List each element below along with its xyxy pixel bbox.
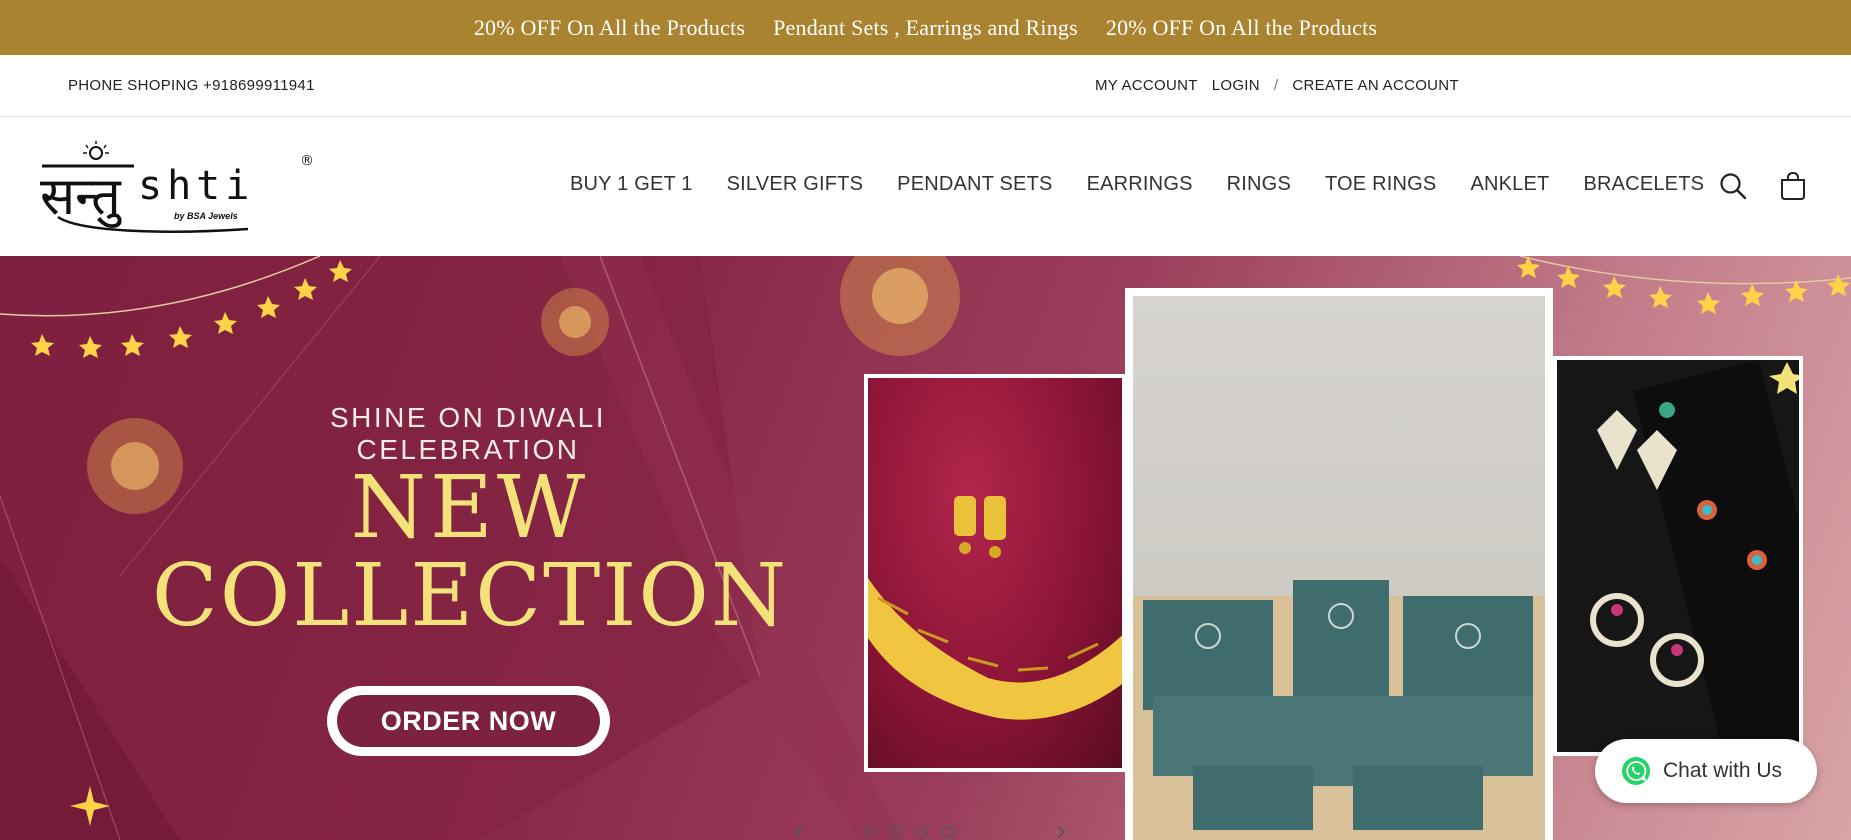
logo-devanagari: सन्तु: [40, 167, 122, 228]
nav-item-bracelets[interactable]: BRACELETS: [1583, 173, 1704, 196]
create-account-link[interactable]: CREATE AN ACCOUNT: [1292, 77, 1459, 94]
nav-item-earrings[interactable]: EARRINGS: [1087, 173, 1193, 196]
phone-number: PHONE SHOPING +918699911941: [68, 77, 315, 94]
slider-dot[interactable]: [890, 826, 902, 838]
chat-label: Chat with Us: [1663, 759, 1783, 782]
account-links: MY ACCOUNT LOGIN / CREATE AN ACCOUNT: [1095, 77, 1459, 94]
slider-dots: [794, 825, 1066, 839]
product-photo-gold-necklace: [864, 374, 1126, 772]
gold-necklace-image: [868, 496, 1122, 720]
product-photo-earrings: [1553, 356, 1803, 756]
utility-bar: PHONE SHOPING +918699911941 MY ACCOUNT L…: [0, 55, 1851, 117]
hero-banner[interactable]: SHINE ON DIWALI CELEBRATION NEW COLLECTI…: [0, 256, 1851, 840]
announcement-item[interactable]: 20% OFF On All the Products: [1106, 15, 1377, 41]
hero-tagline: SHINE ON DIWALI CELEBRATION: [329, 402, 607, 465]
my-account-label[interactable]: MY ACCOUNT: [1095, 77, 1198, 94]
earrings-image: [1590, 360, 1799, 752]
star-lights-right: [1517, 256, 1850, 314]
announcement-item[interactable]: 20% OFF On All the Products: [474, 15, 745, 41]
nav-item-anklet[interactable]: ANKLET: [1470, 173, 1549, 196]
sun-ornament-icon: [83, 141, 109, 160]
hero-headline-line2: COLLECTION: [151, 546, 789, 646]
cart-icon[interactable]: [1778, 171, 1808, 201]
logo-latin: shti: [138, 163, 254, 209]
order-now-label: ORDER NOW: [337, 695, 600, 747]
slider-dot[interactable]: [916, 826, 928, 838]
site-header: सन्तु shti ® by BSA Jewels BUY 1 GET 1 S…: [0, 117, 1851, 256]
account-separator: /: [1273, 77, 1279, 94]
nav-item-rings[interactable]: RINGS: [1227, 173, 1291, 196]
logo-registered: ®: [300, 153, 314, 169]
order-now-button[interactable]: ORDER NOW: [327, 686, 610, 756]
product-photo-gift-boxes: [1125, 288, 1553, 840]
brand-logo[interactable]: सन्तु shti ® by BSA Jewels: [38, 139, 323, 239]
nav-item-buy-1-get-1[interactable]: BUY 1 GET 1: [570, 173, 693, 196]
nav-item-pendant-sets[interactable]: PENDANT SETS: [897, 173, 1052, 196]
gift-boxes-image: [1133, 580, 1545, 840]
chat-with-us-button[interactable]: Chat with Us: [1595, 739, 1817, 803]
nav-item-toe-rings[interactable]: TOE RINGS: [1325, 173, 1436, 196]
nav-item-silver-gifts[interactable]: SILVER GIFTS: [727, 173, 864, 196]
slider-next-icon[interactable]: [1057, 825, 1066, 839]
slider-dot[interactable]: [864, 826, 876, 838]
slider-dot[interactable]: [942, 826, 954, 838]
whatsapp-icon: [1622, 757, 1650, 785]
logo-tagline: by BSA Jewels: [174, 211, 238, 221]
announcement-bar: 20% OFF On All the Products Pendant Sets…: [0, 0, 1851, 55]
search-icon[interactable]: [1718, 171, 1748, 201]
announcement-item[interactable]: Pendant Sets , Earrings and Rings: [773, 15, 1078, 41]
login-link[interactable]: LOGIN: [1212, 77, 1260, 94]
hero-headline-line1: NEW: [350, 458, 590, 558]
main-nav: BUY 1 GET 1 SILVER GIFTS PENDANT SETS EA…: [570, 173, 1704, 196]
slider-prev-icon[interactable]: [794, 825, 803, 839]
